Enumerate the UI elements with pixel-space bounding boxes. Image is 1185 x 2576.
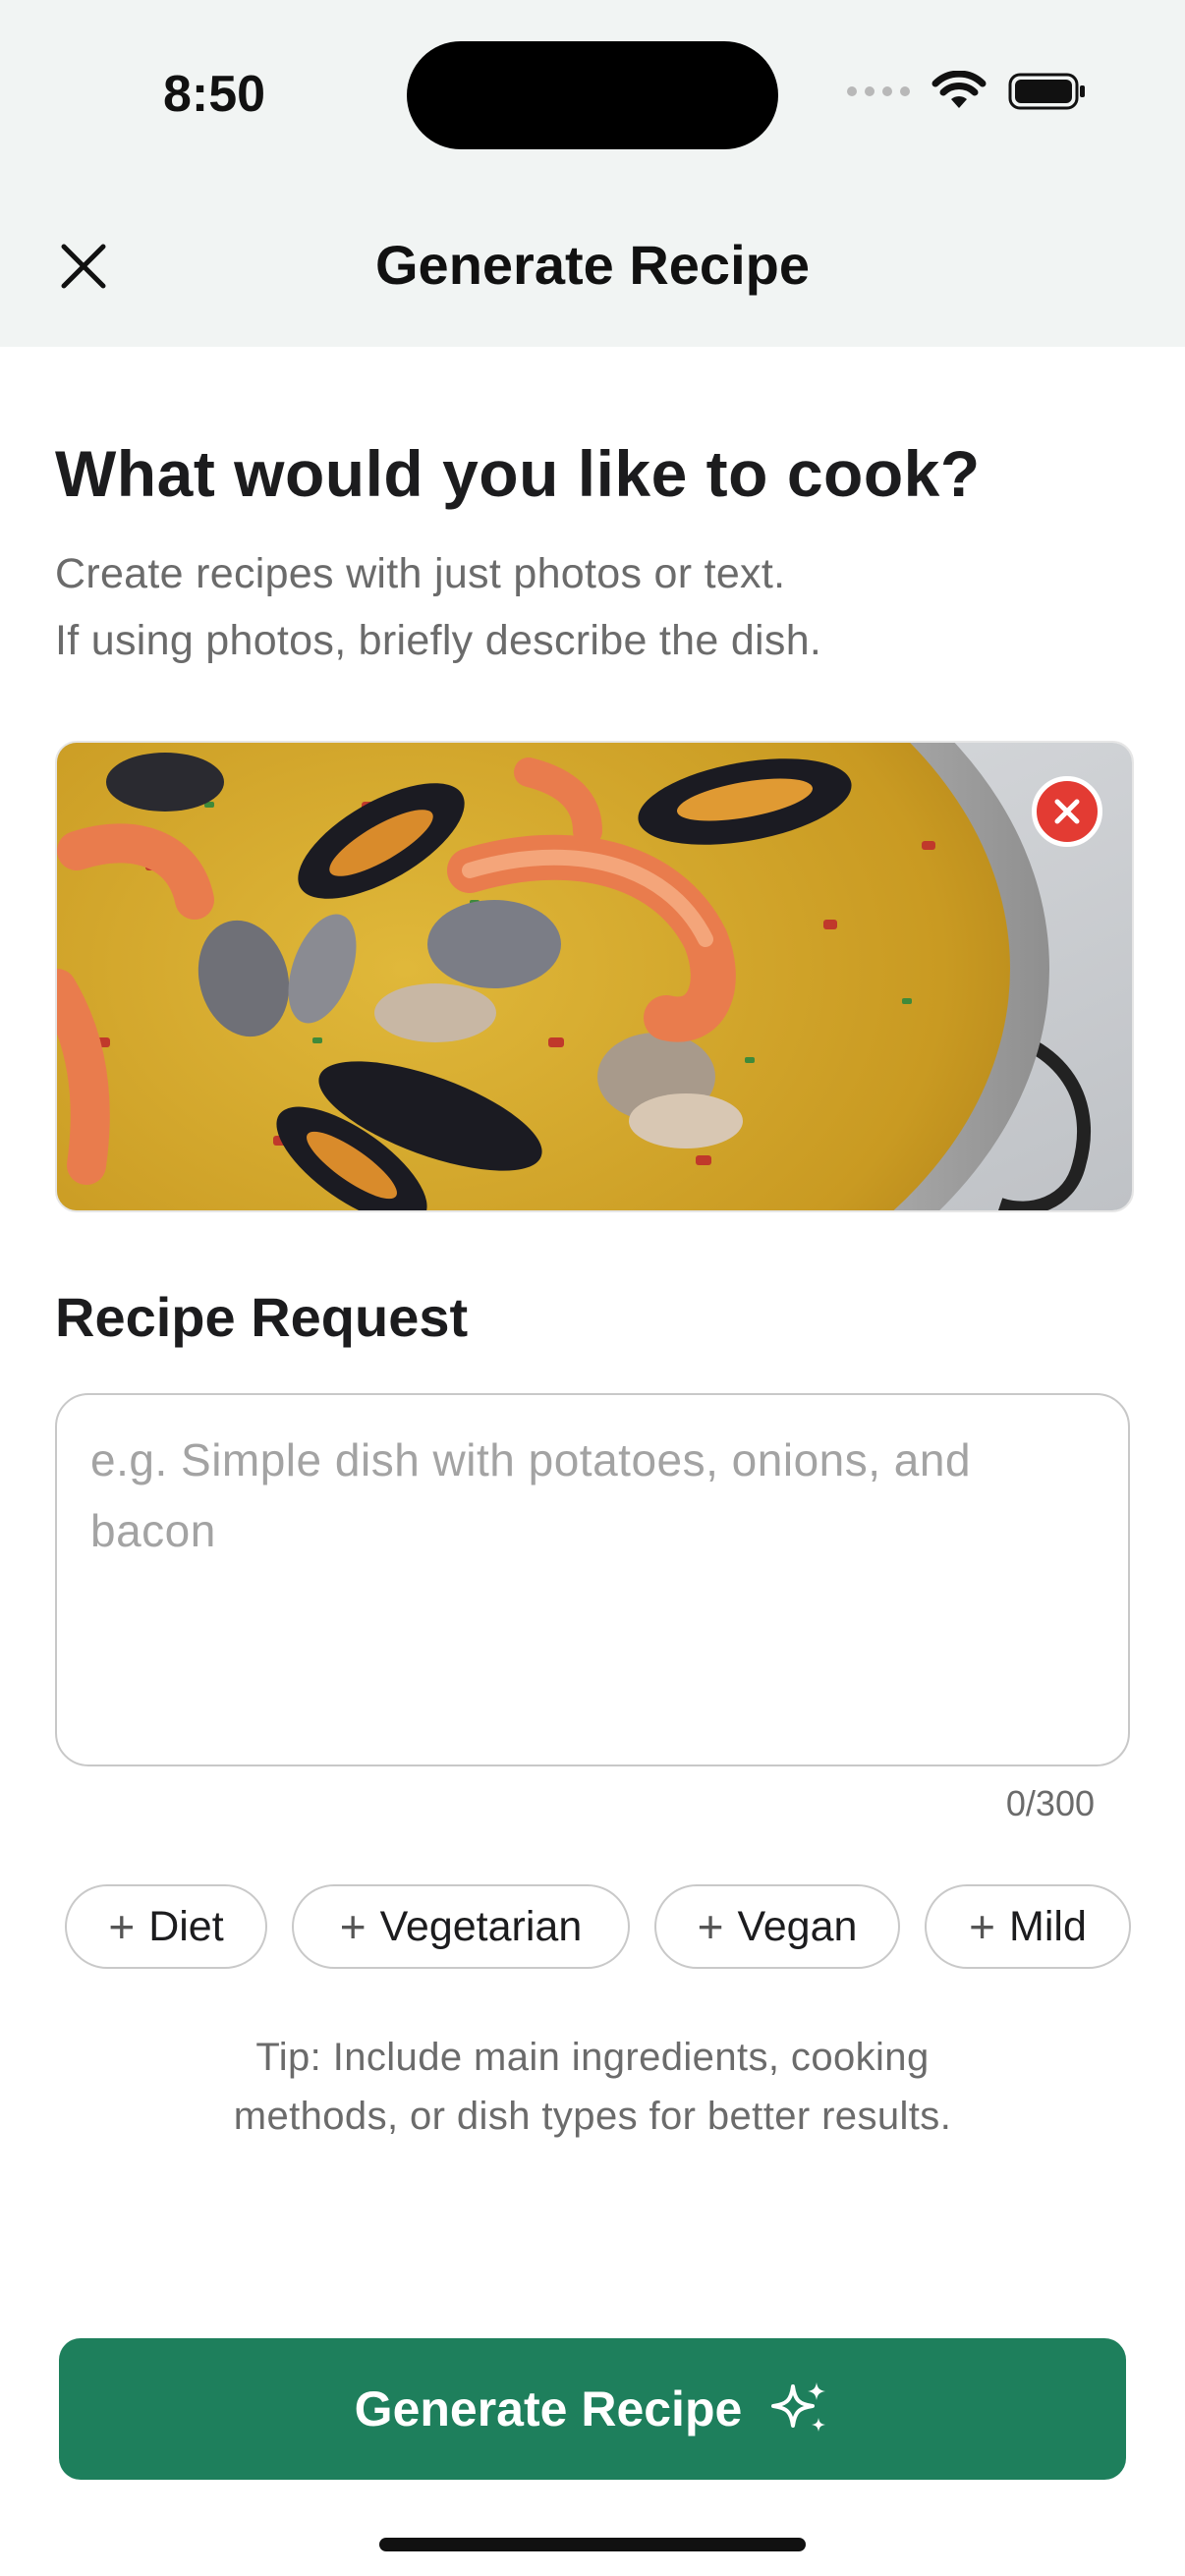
quick-tag-chips: + Diet + Vegetarian + Vegan + Mild — [0, 1884, 1185, 1973]
chip-label: Diet — [148, 1902, 224, 1950]
tip-line-1: Tip: Include main ingredients, cooking — [255, 2036, 930, 2079]
status-time: 8:50 — [163, 66, 266, 123]
top-bar: 8:50 Generate Recipe — [0, 0, 1185, 347]
main-heading: What would you like to cook? — [55, 437, 981, 510]
chip-label: Vegan — [737, 1902, 858, 1950]
plus-icon: + — [108, 1901, 136, 1952]
wifi-icon — [931, 71, 987, 108]
uploaded-photo[interactable] — [55, 741, 1134, 1212]
plus-icon: + — [969, 1901, 996, 1952]
chip-diet[interactable]: + Diet — [65, 1884, 267, 1969]
remove-photo-icon — [1054, 799, 1080, 824]
status-icons — [847, 71, 1087, 112]
generate-recipe-button[interactable]: Generate Recipe — [59, 2338, 1126, 2480]
home-indicator — [379, 2538, 806, 2551]
chip-vegan[interactable]: + Vegan — [654, 1884, 900, 1969]
sparkle-icon — [771, 2382, 826, 2432]
dynamic-island — [407, 41, 778, 149]
plus-icon: + — [339, 1901, 367, 1952]
subtitle-line-1: Create recipes with just photos or text. — [55, 550, 786, 597]
subtitle-line-2: If using photos, briefly describe the di… — [55, 617, 822, 664]
battery-icon — [1008, 73, 1085, 110]
chip-vegetarian[interactable]: + Vegetarian — [292, 1884, 630, 1969]
recipe-request-title: Recipe Request — [55, 1286, 469, 1348]
chip-label: Vegetarian — [379, 1902, 583, 1950]
tip-line-2: methods, or dish types for better result… — [233, 2095, 952, 2138]
paella-photo-image — [57, 743, 1132, 1210]
signal-dots-icon — [847, 86, 910, 96]
plus-icon: + — [697, 1901, 724, 1952]
remove-photo-button[interactable] — [1032, 776, 1102, 847]
generate-recipe-label: Generate Recipe — [354, 2381, 743, 2436]
chip-label: Mild — [1009, 1902, 1087, 1950]
recipe-request-input[interactable]: e.g. Simple dish with potatoes, onions, … — [55, 1393, 1130, 1766]
chip-mild[interactable]: + Mild — [925, 1884, 1131, 1969]
character-counter: 0/300 — [1005, 1783, 1095, 1823]
page-title: Generate Recipe — [375, 234, 810, 296]
